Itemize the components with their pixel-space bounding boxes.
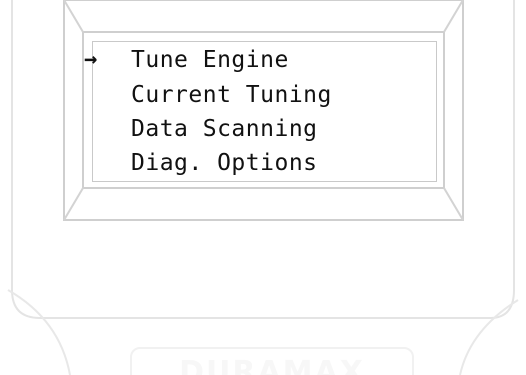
brand-logo: DURAMAX [179,355,365,375]
menu-item-tune-engine[interactable]: Tune Engine [131,45,289,75]
menu-item-data-scanning[interactable]: Data Scanning [131,114,318,144]
menu-item-current-tuning[interactable]: Current Tuning [131,80,332,110]
lcd-screen: → Tune Engine Current Tuning Data Scanni… [84,42,436,181]
brand-logo-plate: DURAMAX [130,347,414,375]
menu-item-diag-options[interactable]: Diag. Options [131,148,318,178]
programmer-device: → Tune Engine Current Tuning Data Scanni… [0,0,526,375]
main-menu: Tune Engine Current Tuning Data Scanning… [93,42,436,181]
